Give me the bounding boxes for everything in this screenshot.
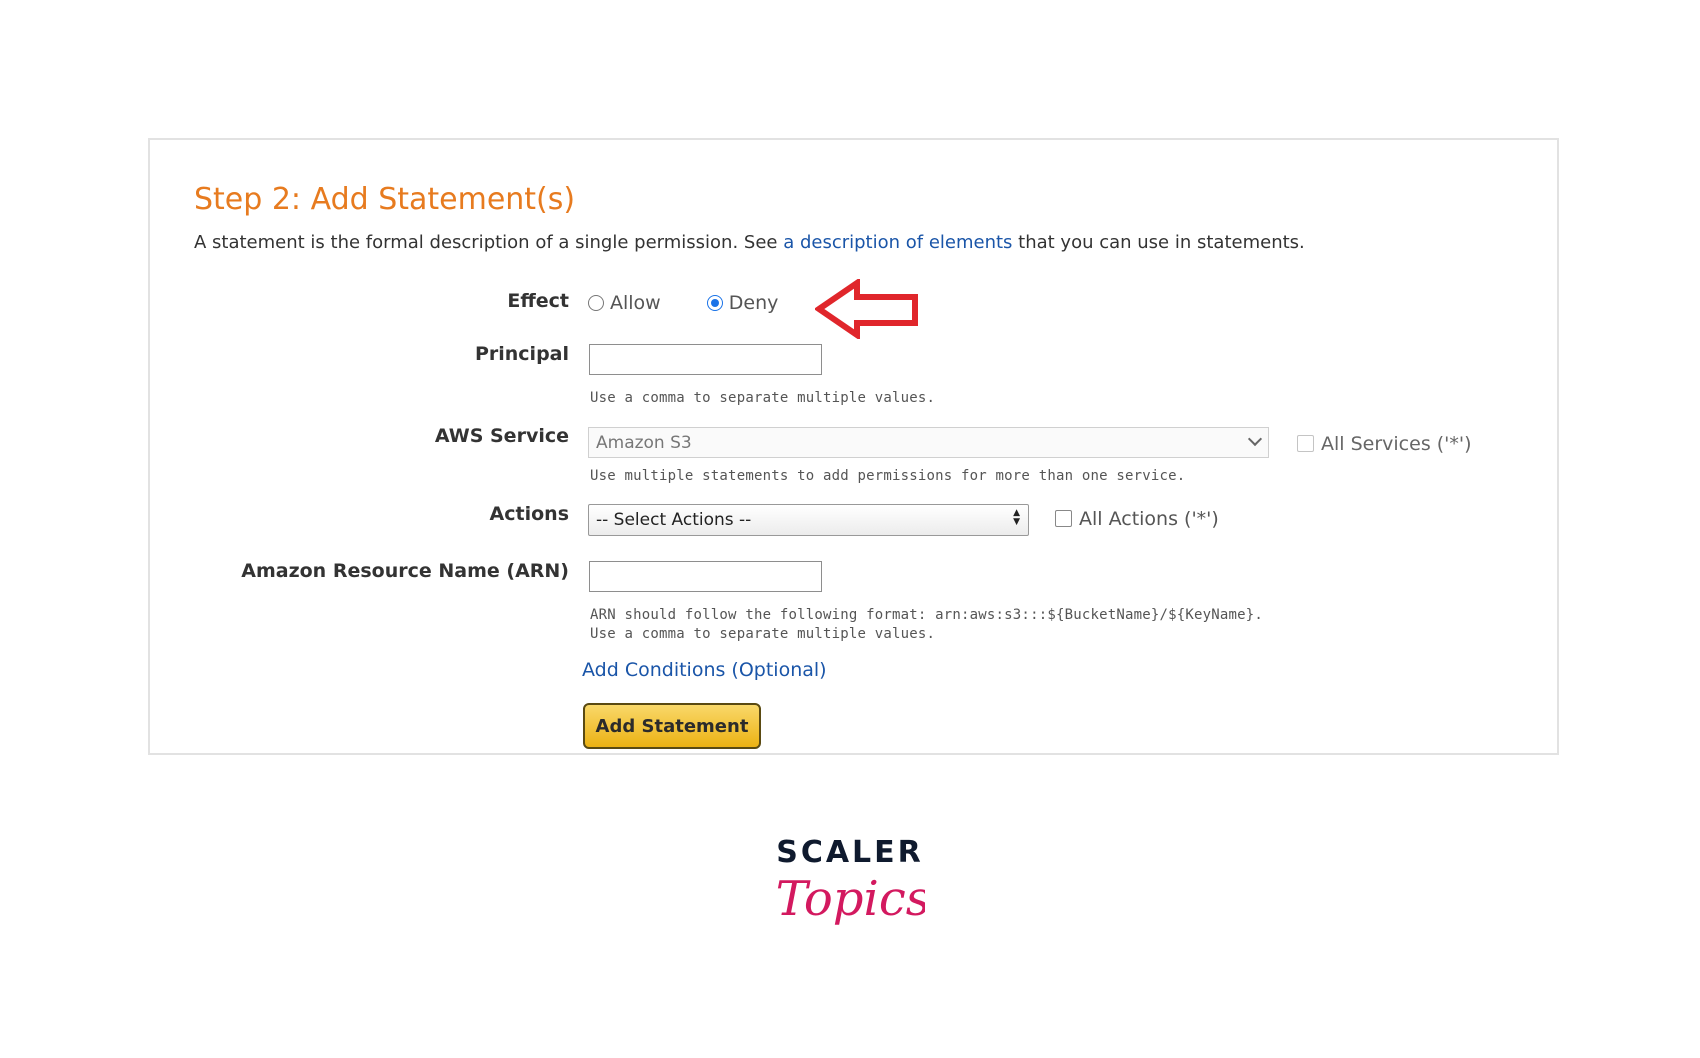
deny-radio-label: Deny (728, 292, 779, 314)
arn-label: Amazon Resource Name (ARN) (241, 560, 569, 582)
aws-service-hint: Use multiple statements to add permissio… (590, 468, 1186, 484)
logo-topics-text: Topics (776, 871, 925, 927)
arn-comma-hint: Use a comma to separate multiple values. (590, 626, 936, 642)
deny-radio[interactable] (706, 295, 723, 311)
actions-selected-value: -- Select Actions -- (596, 510, 752, 530)
principal-input[interactable] (589, 344, 822, 375)
red-arrow-left-icon (815, 279, 918, 339)
description-of-elements-link[interactable]: a description of elements (783, 232, 1012, 253)
actions-select[interactable]: -- Select Actions -- ▲ ▼ (588, 504, 1029, 536)
arn-input[interactable] (589, 561, 822, 592)
logo-scaler-text: SCALER (776, 835, 924, 870)
description-text: A statement is the formal description of… (194, 232, 784, 253)
all-services-option[interactable]: All Services ('*') (1297, 433, 1472, 455)
effect-option-allow[interactable]: Allow (588, 292, 667, 314)
page-title: Step 2: Add Statement(s) (194, 182, 576, 217)
principal-label: Principal (474, 343, 569, 365)
effect-option-deny[interactable]: Deny (706, 292, 779, 314)
page-description: A statement is the formal description of… (194, 232, 1305, 253)
scaler-topics-logo: SCALER Topics (776, 835, 925, 927)
aws-service-selected-value: Amazon S3 (596, 433, 692, 453)
all-services-checkbox[interactable] (1297, 435, 1314, 452)
actions-label: Actions (489, 503, 569, 525)
allow-radio-label: Allow (610, 292, 661, 314)
description-text-end: that you can use in statements. (1012, 232, 1305, 253)
chevron-down-icon (1247, 431, 1263, 447)
select-updown-icon: ▲ ▼ (1013, 508, 1020, 527)
add-statement-button[interactable]: Add Statement (583, 703, 761, 749)
aws-service-label: AWS Service (434, 425, 569, 447)
all-actions-checkbox[interactable] (1055, 510, 1072, 527)
allow-radio[interactable] (588, 295, 604, 311)
arn-format-hint: ARN should follow the following format: … (590, 607, 1264, 623)
add-conditions-link[interactable]: Add Conditions (Optional) (582, 659, 827, 681)
effect-radio-group: Allow Deny (588, 292, 778, 314)
all-services-label: All Services ('*') (1321, 433, 1472, 455)
all-actions-label: All Actions ('*') (1079, 508, 1219, 530)
all-actions-option[interactable]: All Actions ('*') (1055, 508, 1219, 530)
principal-hint: Use a comma to separate multiple values. (590, 390, 936, 406)
effect-label: Effect (507, 290, 569, 312)
aws-service-select[interactable]: Amazon S3 (588, 427, 1269, 458)
